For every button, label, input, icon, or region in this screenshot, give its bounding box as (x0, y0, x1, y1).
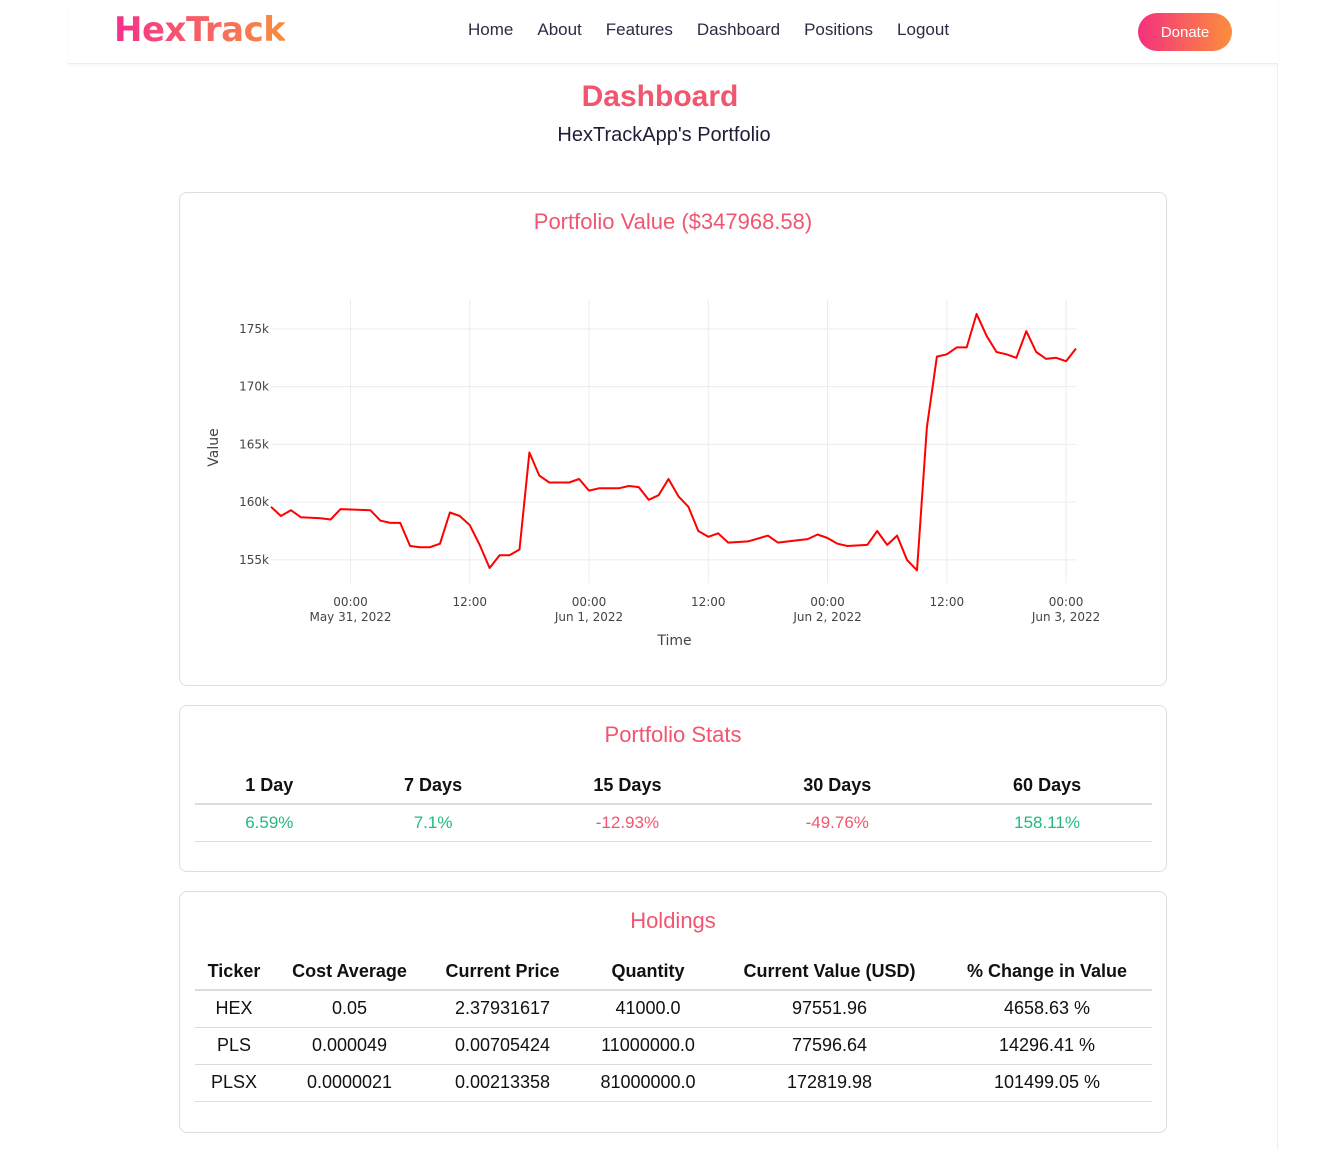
y-tick-label: 160k (239, 495, 269, 509)
nav-home-link[interactable]: Home (468, 20, 513, 40)
nav-features-link[interactable]: Features (606, 20, 673, 40)
cost-average-cell: 0.0000021 (273, 1064, 426, 1102)
stats-header-7-days: 7 Days (343, 768, 523, 805)
navbar: HexTrack Home About Features Dashboard P… (68, 0, 1278, 64)
y-tick-label: 165k (239, 437, 269, 451)
percent-change-cell: 101499.05 % (942, 1064, 1152, 1102)
portfolio-value-chart[interactable]: 155k160k165k170k175k00:00May 31, 202212:… (180, 193, 1168, 687)
holdings-header-cost-average: Cost Average (273, 954, 426, 991)
x-axis-title: Time (656, 633, 691, 649)
stats-title: Portfolio Stats (604, 722, 742, 747)
nav-about-link[interactable]: About (537, 20, 581, 40)
y-tick-label: 155k (239, 553, 269, 567)
page-subtitle: HexTrackApp's Portfolio (557, 124, 771, 146)
y-tick-label: 170k (239, 380, 269, 394)
page-title: Dashboard (581, 80, 739, 113)
nav-logout-link[interactable]: Logout (897, 20, 949, 40)
ticker-link[interactable]: PLS (195, 1027, 273, 1065)
x-tick-label: 00:00 (810, 595, 845, 609)
holdings-header-percent-change: % Change in Value (942, 954, 1152, 991)
ticker-link[interactable]: PLSX (195, 1064, 273, 1102)
x-tick-label: 00:00 (572, 595, 607, 609)
current-price-cell: 2.37931617 (426, 990, 579, 1028)
current-price-cell: 0.00705424 (426, 1027, 579, 1065)
table-row: PLSX 0.0000021 0.00213358 81000000.0 172… (195, 1064, 1152, 1102)
stats-table: 1 Day 7 Days 15 Days 30 Days 60 Days 6.5… (195, 768, 1152, 842)
x-tick-sublabel: Jun 1, 2022 (554, 610, 623, 624)
holdings-title: Holdings (630, 908, 716, 933)
holdings-header-row: Ticker Cost Average Current Price Quanti… (195, 954, 1152, 991)
stats-header-60-days: 60 Days (942, 768, 1152, 805)
holdings-card: Holdings Ticker Cost Average Current Pri… (179, 891, 1167, 1133)
cost-average-cell: 0.000049 (273, 1027, 426, 1065)
quantity-cell: 41000.0 (579, 990, 717, 1028)
current-value-cell: 77596.64 (717, 1027, 942, 1065)
stats-header-15-days: 15 Days (522, 768, 733, 805)
quantity-cell: 11000000.0 (579, 1027, 717, 1065)
holdings-table: Ticker Cost Average Current Price Quanti… (195, 954, 1152, 1102)
x-tick-sublabel: May 31, 2022 (309, 610, 391, 624)
portfolio-value-card: Portfolio Value ($347968.58) 155k 160k 165… (179, 192, 1167, 686)
stats-header-30-days: 30 Days (732, 768, 943, 805)
current-value-cell: 172819.98 (717, 1064, 942, 1102)
stats-values-row: 6.59% 7.1% -12.93% -49.76% 158.11% (195, 804, 1152, 842)
stats-value-15-days: -12.93% (522, 804, 733, 842)
current-value-cell: 97551.96 (717, 990, 942, 1028)
holdings-header-ticker: Ticker (195, 954, 273, 991)
holdings-header-current-price: Current Price (426, 954, 579, 991)
table-row: HEX 0.05 2.37931617 41000.0 97551.96 465… (195, 990, 1152, 1028)
stats-header-1-day: 1 Day (195, 768, 344, 805)
holdings-header-quantity: Quantity (579, 954, 717, 991)
value-series-line (270, 312, 1077, 572)
nav-positions-link[interactable]: Positions (804, 20, 873, 40)
nav-links: Home About Features Dashboard Positions … (468, 20, 973, 40)
donate-button[interactable]: Donate (1138, 13, 1232, 51)
x-tick-sublabel: Jun 2, 2022 (792, 610, 861, 624)
quantity-cell: 81000000.0 (579, 1064, 717, 1102)
current-price-cell: 0.00213358 (426, 1064, 579, 1102)
table-row: PLS 0.000049 0.00705424 11000000.0 77596… (195, 1027, 1152, 1065)
x-tick-sublabel: Jun 3, 2022 (1031, 610, 1100, 624)
stats-header-row: 1 Day 7 Days 15 Days 30 Days 60 Days (195, 768, 1152, 805)
x-tick-label: 12:00 (930, 595, 965, 609)
percent-change-cell: 4658.63 % (942, 990, 1152, 1028)
holdings-header-current-value: Current Value (USD) (717, 954, 942, 991)
stats-value-1-day: 6.59% (195, 804, 344, 842)
cost-average-cell: 0.05 (273, 990, 426, 1028)
brand-logo[interactable]: HexTrack (114, 10, 286, 50)
stats-value-7-days: 7.1% (343, 804, 523, 842)
y-tick-label: 175k (239, 322, 269, 336)
nav-dashboard-link[interactable]: Dashboard (697, 20, 780, 40)
x-tick-label: 00:00 (333, 595, 368, 609)
stats-value-30-days: -49.76% (732, 804, 943, 842)
x-tick-label: 00:00 (1049, 595, 1084, 609)
portfolio-stats-card: Portfolio Stats 1 Day 7 Days 15 Days 30 … (179, 705, 1167, 872)
stats-value-60-days: 158.11% (942, 804, 1152, 842)
x-tick-label: 12:00 (452, 595, 487, 609)
percent-change-cell: 14296.41 % (942, 1027, 1152, 1065)
x-tick-label: 12:00 (691, 595, 726, 609)
ticker-link[interactable]: HEX (195, 990, 273, 1028)
y-axis-title: Value (206, 428, 222, 466)
